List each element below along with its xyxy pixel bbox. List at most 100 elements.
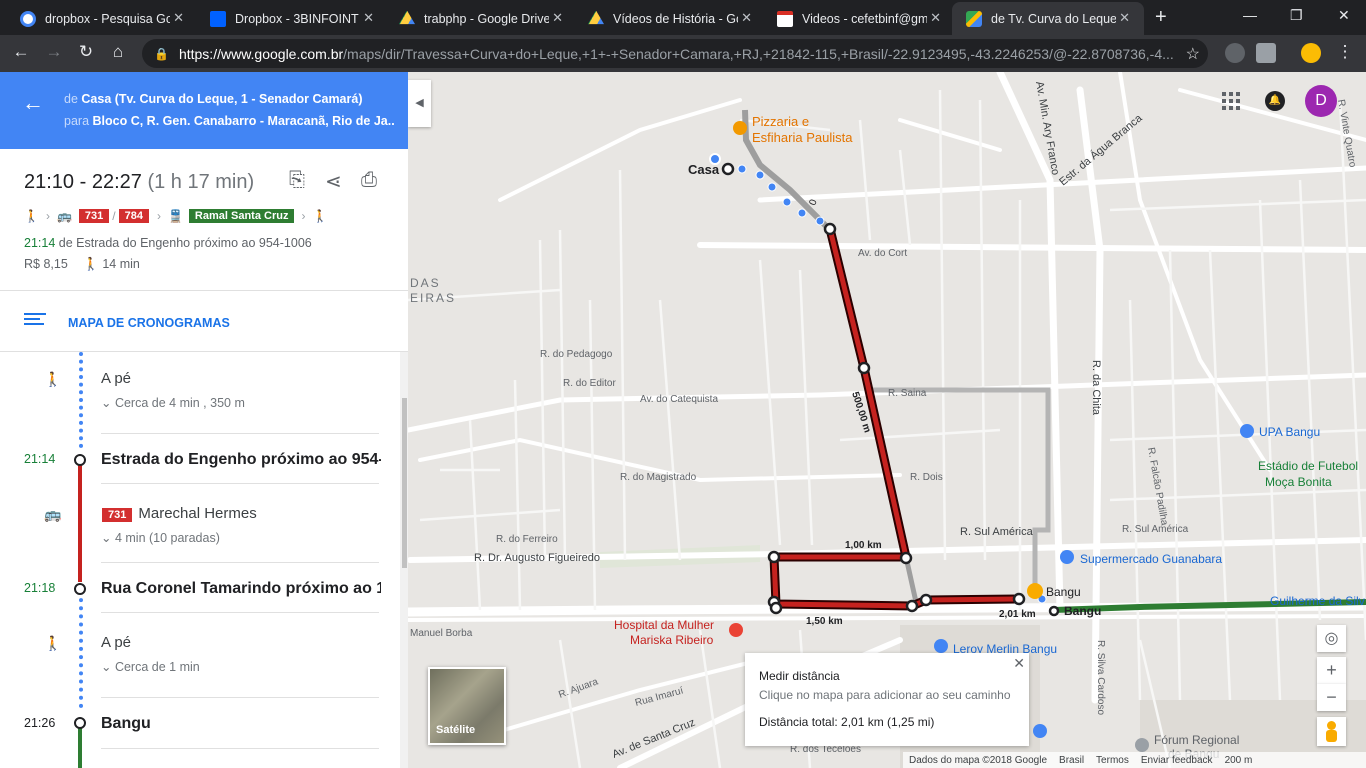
share-icon[interactable]: ⋖ bbox=[325, 169, 342, 194]
map-label-casa: Casa bbox=[688, 162, 720, 177]
footer-feedback-link[interactable]: Enviar feedback bbox=[1141, 755, 1213, 766]
maps-icon bbox=[966, 10, 982, 27]
browser-tab[interactable]: Videos - cefetbinf@gm ✕ bbox=[763, 2, 955, 35]
close-icon[interactable]: ✕ bbox=[1013, 655, 1025, 672]
map-label-hospital-2: Mariska Ribeiro bbox=[630, 633, 714, 647]
stop-name[interactable]: Rua Coronel Tamarindo próximo ao 1... bbox=[101, 580, 381, 598]
fare: R$ 8,15 bbox=[24, 257, 68, 271]
map-label-estadio-2: Moça Bonita bbox=[1265, 475, 1332, 489]
bus-step-details[interactable]: ⌄ 4 min (10 paradas) bbox=[101, 530, 220, 545]
stop-name[interactable]: Bangu bbox=[101, 715, 381, 733]
pegman-icon[interactable] bbox=[1317, 717, 1346, 746]
distance-label: 1,50 km bbox=[806, 616, 843, 627]
close-tab-icon[interactable]: ✕ bbox=[741, 10, 752, 26]
forward-arrow-icon[interactable]: → bbox=[43, 42, 65, 62]
stop-time: 21:18 bbox=[24, 581, 56, 595]
print-icon[interactable]: ⎙ bbox=[361, 169, 377, 192]
street-label: Manuel Borba bbox=[410, 628, 473, 639]
chevron-right-icon: › bbox=[45, 209, 50, 223]
drive-icon bbox=[588, 10, 604, 25]
street-label: Av. do Catequista bbox=[640, 394, 718, 405]
walk-icon: 🚶 bbox=[44, 635, 62, 651]
schedule-map-button[interactable]: MAPA DE CRONOGRAMAS bbox=[0, 291, 408, 352]
back-arrow-icon[interactable]: ← bbox=[22, 90, 44, 116]
close-window-icon[interactable]: ✕ bbox=[1338, 7, 1350, 24]
origin-line[interactable]: de Casa (Tv. Curva do Leque, 1 - Senador… bbox=[64, 92, 394, 106]
tab-strip: dropbox - Pesquisa Goo ✕ Dropbox - 3BINF… bbox=[0, 0, 1366, 35]
scrollbar-thumb[interactable] bbox=[402, 398, 407, 568]
minimize-icon[interactable]: — bbox=[1243, 7, 1257, 23]
satellite-layer-button[interactable]: Satélite bbox=[428, 667, 506, 745]
bookmark-star-icon[interactable]: ☆ bbox=[1186, 44, 1200, 64]
extension-icon[interactable] bbox=[1256, 43, 1276, 63]
zoom-in-button[interactable]: + bbox=[1317, 657, 1346, 684]
origin-text: Casa (Tv. Curva do Leque, 1 - Senador Ca… bbox=[81, 92, 363, 106]
measure-total: Distância total: 2,01 km (1,25 mi) bbox=[759, 715, 935, 729]
close-tab-icon[interactable]: ✕ bbox=[173, 10, 184, 26]
walk-icon: 🚶 bbox=[312, 209, 328, 223]
reload-icon[interactable]: ↻ bbox=[75, 42, 97, 62]
destination-text: Bloco C, R. Gen. Canabarro - Maracanã, R… bbox=[92, 114, 394, 128]
drive-icon bbox=[399, 10, 415, 25]
stop-name[interactable]: Estrada do Engenho próximo ao 954-... bbox=[101, 451, 381, 469]
address-bar[interactable]: 🔒 https://www.google.com.br/maps/dir/Tra… bbox=[142, 39, 1208, 68]
emoji-extension-icon[interactable] bbox=[1301, 43, 1321, 63]
map-label-upa: UPA Bangu bbox=[1259, 425, 1320, 439]
apps-grid-icon[interactable] bbox=[1222, 92, 1240, 110]
browser-tab[interactable]: Vídeos de História - Go ✕ bbox=[574, 2, 766, 35]
google-icon bbox=[20, 10, 36, 27]
browser-toolbar: ← → ↻ ⌂ 🔒 https://www.google.com.br/maps… bbox=[0, 35, 1366, 72]
trip-time-range: 21:10 - 22:27 (1 h 17 min) bbox=[24, 171, 255, 193]
walk-step-title: A pé bbox=[101, 634, 132, 651]
avatar[interactable]: D bbox=[1305, 85, 1337, 117]
close-tab-icon[interactable]: ✕ bbox=[552, 10, 563, 26]
tab-title: Videos - cefetbinf@gm bbox=[802, 11, 927, 26]
map-label-hospital: Hospital da Mulher bbox=[614, 618, 714, 632]
browser-tab[interactable]: dropbox - Pesquisa Goo ✕ bbox=[6, 2, 198, 35]
collapse-panel-button[interactable]: ◀ bbox=[408, 80, 431, 127]
footer-terms-link[interactable]: Termos bbox=[1096, 755, 1129, 766]
browser-tab-active[interactable]: de Tv. Curva do Leque, ✕ bbox=[952, 2, 1144, 35]
walk-step-title: A pé bbox=[101, 370, 132, 387]
chevron-down-icon: ⌄ bbox=[101, 660, 115, 674]
destination-line[interactable]: para Bloco C, R. Gen. Canabarro - Maraca… bbox=[64, 114, 394, 128]
tab-title: trabphp - Google Drive bbox=[424, 11, 549, 26]
walk-step-details[interactable]: ⌄ Cerca de 4 min , 350 m bbox=[101, 395, 245, 410]
menu-kebab-icon[interactable]: ⋮ bbox=[1334, 42, 1356, 62]
chevron-right-icon: › bbox=[301, 209, 306, 223]
new-tab-button[interactable]: + bbox=[1155, 6, 1167, 29]
train-icon: 🚆 bbox=[167, 209, 183, 223]
walk-icon: 🚶 bbox=[83, 257, 99, 271]
fare-info: R$ 8,15 🚶 14 min bbox=[24, 257, 140, 272]
map-label-eiras: EIRAS bbox=[410, 291, 456, 305]
tab-title: dropbox - Pesquisa Goo bbox=[45, 11, 170, 26]
notifications-bell-icon[interactable]: 🔔 bbox=[1265, 91, 1285, 111]
browser-tab[interactable]: Dropbox - 3BINFOINT - ✕ bbox=[196, 2, 388, 35]
bus-icon: 🚌 bbox=[44, 506, 62, 522]
home-icon[interactable]: ⌂ bbox=[107, 42, 129, 62]
street-label: R. do Pedagogo bbox=[540, 349, 613, 360]
map-footer: Dados do mapa ©2018 Google Brasil Termos… bbox=[903, 752, 1366, 768]
schedule-label: MAPA DE CRONOGRAMAS bbox=[68, 316, 230, 330]
map-scale[interactable]: 200 m bbox=[1225, 755, 1253, 766]
chevron-down-icon: ⌄ bbox=[101, 531, 115, 545]
close-tab-icon[interactable]: ✕ bbox=[1119, 10, 1130, 26]
train-line-badge: Ramal Santa Cruz bbox=[188, 209, 295, 223]
close-tab-icon[interactable]: ✕ bbox=[363, 10, 374, 26]
street-label: R. Dr. Augusto Figueiredo bbox=[474, 552, 600, 564]
browser-tab[interactable]: trabphp - Google Drive ✕ bbox=[385, 2, 577, 35]
close-tab-icon[interactable]: ✕ bbox=[930, 10, 941, 26]
distance-label: 2,01 km bbox=[999, 609, 1036, 620]
extension-icon[interactable] bbox=[1225, 43, 1245, 63]
walk-step-details[interactable]: ⌄ Cerca de 1 min bbox=[101, 659, 200, 674]
zoom-out-button[interactable]: − bbox=[1317, 684, 1346, 711]
bus-line-badge: 731 bbox=[78, 209, 110, 223]
walk-icon: 🚶 bbox=[24, 209, 39, 223]
street-label: R. Saina bbox=[888, 388, 927, 399]
my-location-icon[interactable]: ◎ bbox=[1317, 625, 1346, 652]
street-label: R. Silva Cardoso bbox=[1095, 640, 1106, 715]
footer-region-link[interactable]: Brasil bbox=[1059, 755, 1084, 766]
send-to-phone-icon[interactable]: ⎘ bbox=[289, 169, 305, 192]
maximize-icon[interactable]: ❐ bbox=[1290, 7, 1303, 24]
back-arrow-icon[interactable]: ← bbox=[10, 42, 32, 62]
